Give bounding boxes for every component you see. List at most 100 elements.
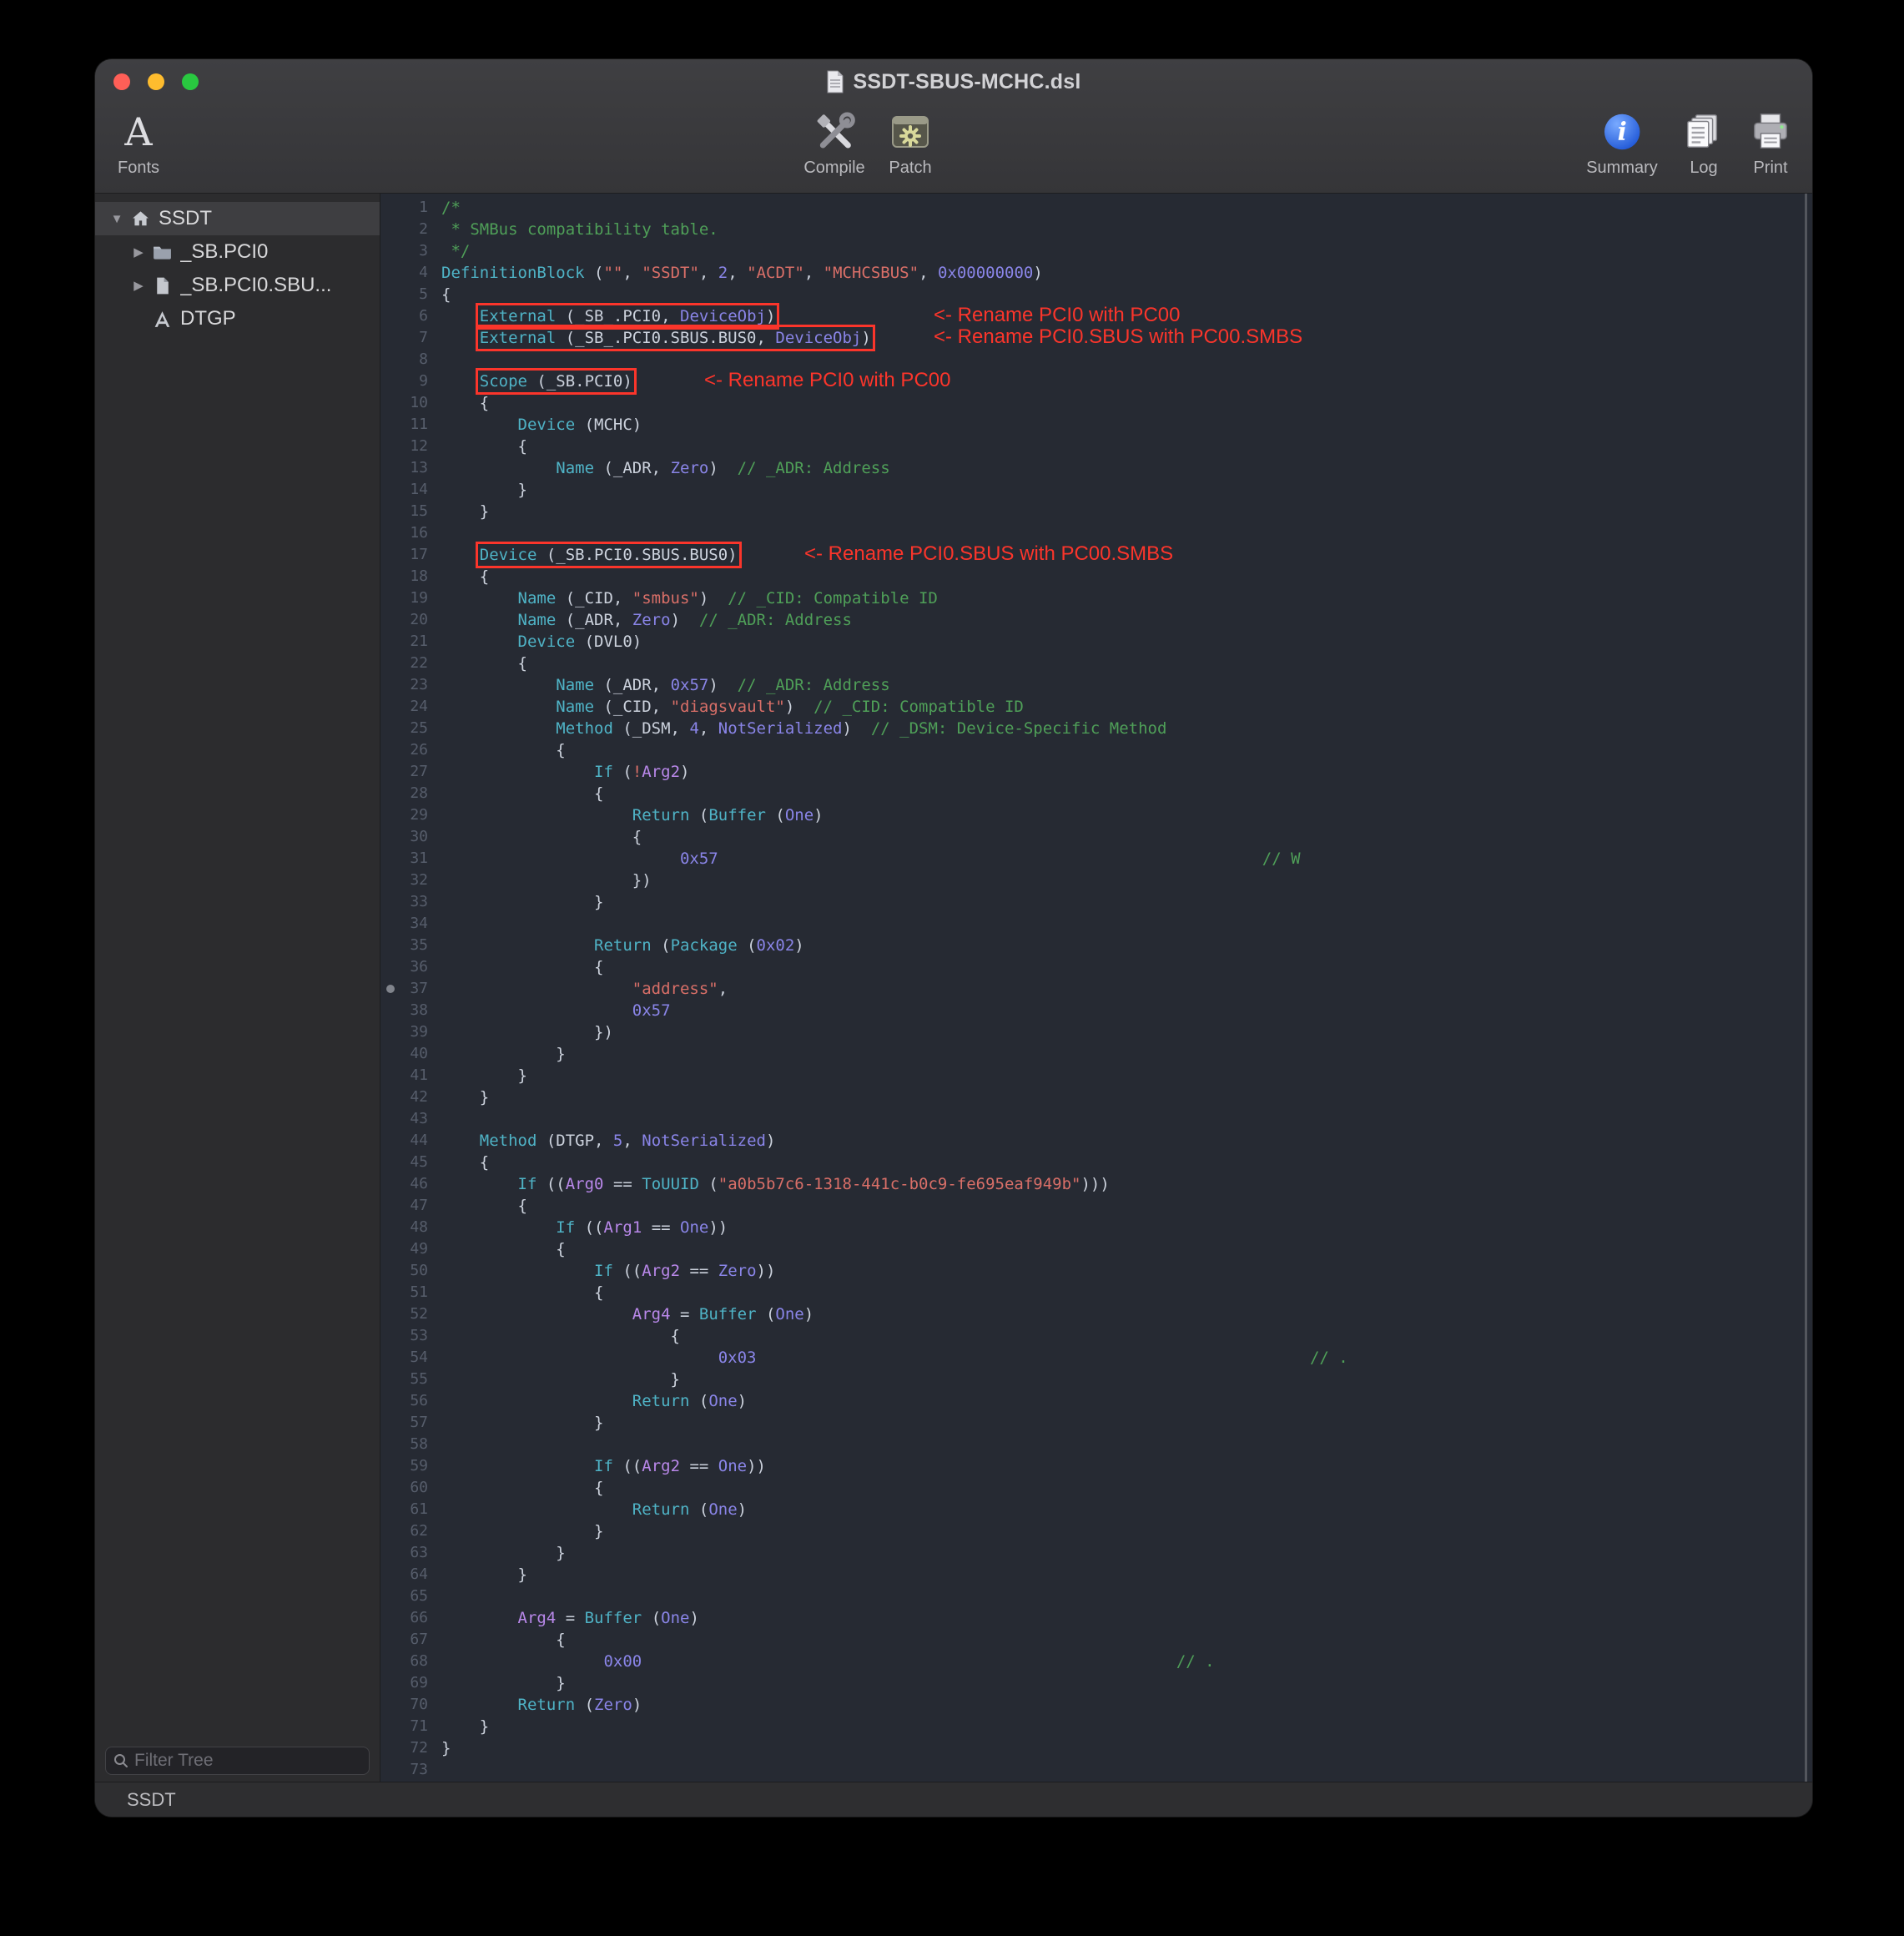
line-number: 29 [381,804,441,826]
code-line: 15 } [381,501,1812,522]
line-number: 68 [381,1651,441,1672]
line-number: 51 [381,1282,441,1303]
code-line: 31 0x57 // W [381,848,1812,870]
line-marker-dot-icon [386,985,395,993]
sidebar-item-ssdt[interactable]: ▼SSDT [95,202,380,235]
code-line: 72} [381,1737,1812,1759]
code-text: Return (Buffer (One) [441,804,1812,826]
code-line: 63 } [381,1542,1812,1564]
code-text [441,913,1812,935]
line-number: 15 [381,501,441,522]
code-line: 40 } [381,1043,1812,1065]
code-line: 34 [381,913,1812,935]
code-text: } [441,1369,1812,1390]
patch-button[interactable]: Patch [888,109,933,178]
line-number: 64 [381,1564,441,1586]
log-button[interactable]: Log [1681,109,1726,178]
fonts-button[interactable]: A Fonts [116,109,161,178]
code-text: { [441,1629,1812,1651]
window-title: SSDT-SBUS-MCHC.dsl [853,70,1080,94]
line-number: 50 [381,1260,441,1282]
summary-button[interactable]: i Summary [1586,109,1658,178]
patch-highlight-box: External (_SB_.PCI0, DeviceObj) [480,307,776,325]
code-text: If ((Arg2 == Zero)) [441,1260,1812,1282]
disclosure-triangle-icon[interactable]: ▼ [105,212,128,226]
filter-field[interactable] [105,1747,370,1775]
code-editor[interactable]: 1/*2 * SMBus compatibility table.3 */4De… [381,194,1812,1782]
code-line: 9 Scope (_SB.PCI0)<- Rename PCI0 with PC… [381,371,1812,392]
line-number: 12 [381,436,441,457]
code-text: { [441,1282,1812,1303]
summary-label: Summary [1586,159,1658,178]
code-text: External (_SB_.PCI0, DeviceObj) <- Rename… [441,305,1812,327]
sidebar-item-sb-pci0-sbu[interactable]: ▶ _SB.PCI0.SBU... [95,269,380,302]
code-text: Device (MCHC) [441,414,1812,436]
code-text: Name (_ADR, Zero) // _ADR: Address [441,609,1812,631]
line-number: 46 [381,1173,441,1195]
patch-annotation: <- Rename PCI0 with PC00 [704,370,950,391]
code-text: Return (One) [441,1390,1812,1412]
code-text: 0x57 // W [441,848,1812,870]
printer-icon [1748,109,1793,154]
code-text: */ [441,240,1812,262]
code-text: { [441,1152,1812,1173]
patch-highlight-box: Device (_SB.PCI0.SBUS.BUS0) [480,546,738,564]
line-number: 17 [381,544,441,566]
line-number: 37 [381,978,441,1000]
code-line: 58 [381,1434,1812,1455]
sidebar-item-label: _SB.PCI0.SBU... [180,274,331,297]
code-line: 1/* [381,197,1812,219]
code-line: 67 { [381,1629,1812,1651]
patch-label: Patch [889,159,931,178]
code-text [441,1108,1812,1130]
patch-annotation: <- Rename PCI0 with PC00 [934,305,1180,326]
line-number: 42 [381,1086,441,1108]
code-text: }) [441,870,1812,891]
line-number: 44 [381,1130,441,1152]
code-line: 57 } [381,1412,1812,1434]
sidebar-item-label: _SB.PCI0 [180,240,268,264]
log-label: Log [1690,159,1717,178]
scrollbar[interactable] [1805,194,1807,1782]
code-line: 27 If (!Arg2) [381,761,1812,783]
code-text: 0x00 // . [441,1651,1812,1672]
line-number: 72 [381,1737,441,1759]
compile-button[interactable]: Compile [803,109,864,178]
line-number: 4 [381,262,441,284]
line-number: 57 [381,1412,441,1434]
line-number: 26 [381,739,441,761]
line-number: 31 [381,848,441,870]
sidebar: ▼SSDT ▶ _SB.PCI0 ▶ _SB.PCI0.SBU... DTGP [95,194,380,1782]
code-line: 51 { [381,1282,1812,1303]
line-number: 66 [381,1607,441,1629]
code-text: If ((Arg0 == ToUUID ("a0b5b7c6-1318-441c… [441,1173,1812,1195]
disclosure-triangle-icon[interactable]: ▶ [127,245,150,260]
code-line: 36 { [381,956,1812,978]
folder-icon [150,241,174,263]
code-line: 7 External (_SB_.PCI0.SBUS.BUS0, DeviceO… [381,327,1812,349]
fonts-label: Fonts [118,159,159,178]
window-gear-icon [888,109,933,154]
window-header: SSDT-SBUS-MCHC.dsl A Fonts Compile Patch… [95,59,1812,194]
code-text: { [441,436,1812,457]
code-line: 28 { [381,783,1812,804]
code-line: 32 }) [381,870,1812,891]
print-button[interactable]: Print [1748,109,1793,178]
code-line: 4DefinitionBlock ("", "SSDT", 2, "ACDT",… [381,262,1812,284]
sidebar-item-dtgp[interactable]: DTGP [95,302,380,335]
patch-highlight-box: Scope (_SB.PCI0) [480,372,632,391]
line-number: 27 [381,761,441,783]
code-text: Return (Package (0x02) [441,935,1812,956]
code-text: } [441,1737,1812,1759]
code-line: 73 [381,1759,1812,1781]
code-line: 56 Return (One) [381,1390,1812,1412]
filter-input[interactable] [134,1751,362,1771]
disclosure-triangle-icon[interactable]: ▶ [127,278,150,293]
line-number: 3 [381,240,441,262]
code-line: 64 } [381,1564,1812,1586]
line-number: 33 [381,891,441,913]
code-text: { [441,1477,1812,1499]
code-line: 13 Name (_ADR, Zero) // _ADR: Address [381,457,1812,479]
sidebar-item-sb-pci0[interactable]: ▶ _SB.PCI0 [95,235,380,269]
code-text: } [441,1520,1812,1542]
